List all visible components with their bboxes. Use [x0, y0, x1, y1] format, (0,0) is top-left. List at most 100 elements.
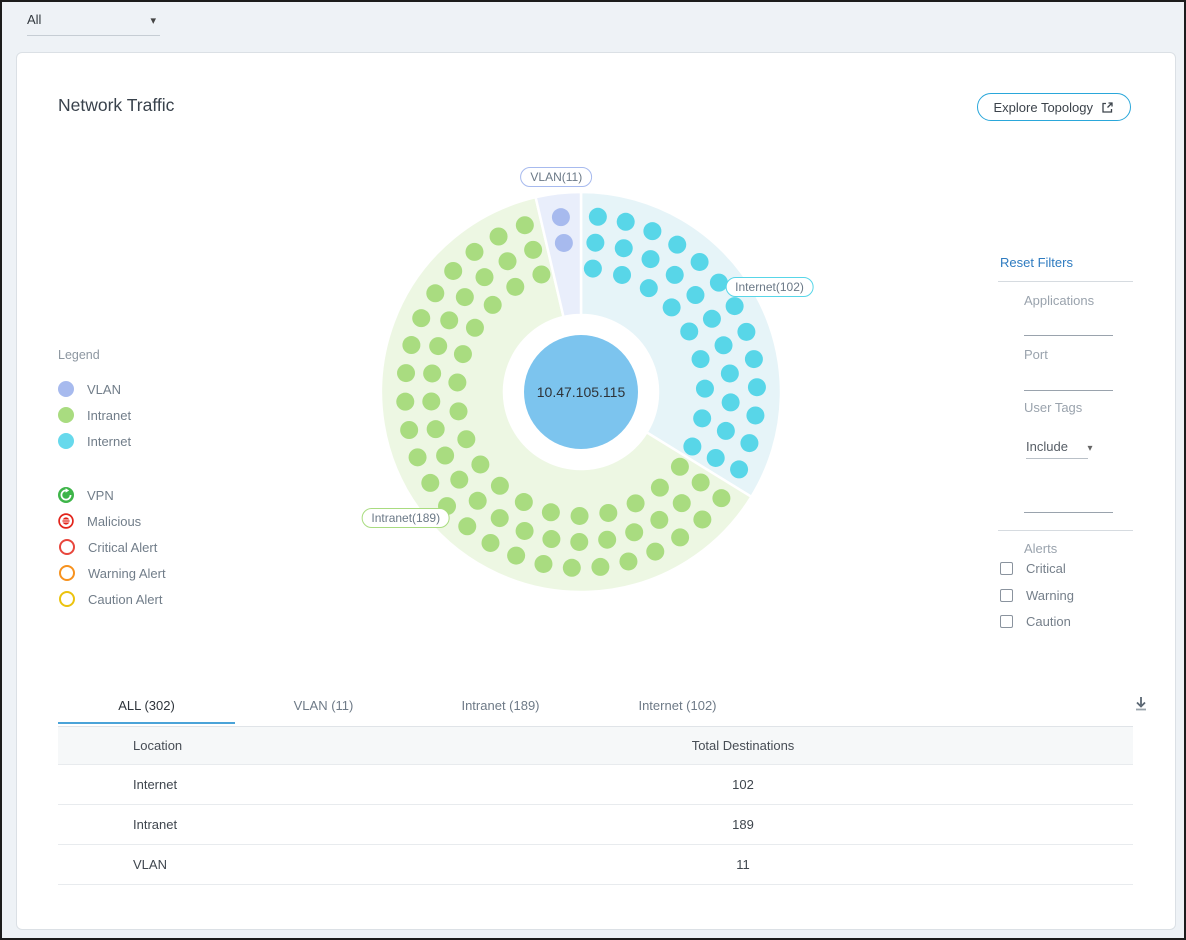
destination-dot-internet[interactable] — [663, 298, 681, 316]
destination-dot-intranet[interactable] — [651, 479, 669, 497]
destination-dot-internet[interactable] — [666, 266, 684, 284]
destination-dot-internet[interactable] — [722, 393, 740, 411]
destination-dot-intranet[interactable] — [397, 364, 415, 382]
destination-dot-vlan[interactable] — [552, 208, 570, 226]
destination-dot-intranet[interactable] — [692, 473, 710, 491]
destination-dot-intranet[interactable] — [466, 319, 484, 337]
applications-input[interactable] — [1024, 321, 1113, 336]
destination-dot-intranet[interactable] — [457, 430, 475, 448]
destination-dot-intranet[interactable] — [534, 555, 552, 573]
destination-dot-internet[interactable] — [745, 350, 763, 368]
include-dropdown[interactable]: Include ▾ — [1026, 439, 1093, 454]
destination-dot-intranet[interactable] — [491, 509, 509, 527]
destination-dot-intranet[interactable] — [422, 392, 440, 410]
destination-dot-intranet[interactable] — [625, 523, 643, 541]
destination-dot-internet[interactable] — [693, 409, 711, 427]
destination-dot-intranet[interactable] — [507, 547, 525, 565]
destination-dot-intranet[interactable] — [515, 493, 533, 511]
destination-dot-intranet[interactable] — [516, 216, 534, 234]
destination-dot-intranet[interactable] — [627, 494, 645, 512]
sector-label-intranet[interactable]: Intranet(189) — [361, 508, 450, 528]
destination-dot-internet[interactable] — [746, 406, 764, 424]
critical-checkbox[interactable] — [1000, 562, 1013, 575]
destination-dot-internet[interactable] — [721, 364, 739, 382]
destination-dot-internet[interactable] — [692, 350, 710, 368]
destination-dot-intranet[interactable] — [412, 309, 430, 327]
destination-dot-internet[interactable] — [726, 297, 744, 315]
destination-dot-intranet[interactable] — [444, 262, 462, 280]
destination-dot-internet[interactable] — [707, 449, 725, 467]
scope-dropdown[interactable]: All ▾ — [27, 12, 160, 27]
caution-checkbox[interactable] — [1000, 615, 1013, 628]
tab-intranet[interactable]: Intranet (189) — [412, 691, 589, 724]
destination-dot-internet[interactable] — [643, 222, 661, 240]
destination-dot-internet[interactable] — [686, 286, 704, 304]
destination-dot-intranet[interactable] — [650, 511, 668, 529]
destination-dot-intranet[interactable] — [436, 447, 454, 465]
destination-dot-internet[interactable] — [668, 236, 686, 254]
destination-dot-intranet[interactable] — [471, 455, 489, 473]
destination-dot-vlan[interactable] — [555, 234, 573, 252]
destination-dot-intranet[interactable] — [427, 420, 445, 438]
destination-dot-intranet[interactable] — [481, 534, 499, 552]
destination-dot-intranet[interactable] — [506, 278, 524, 296]
destination-dot-internet[interactable] — [696, 380, 714, 398]
destination-dot-intranet[interactable] — [712, 489, 730, 507]
destination-dot-intranet[interactable] — [426, 284, 444, 302]
destination-dot-intranet[interactable] — [673, 494, 691, 512]
destination-dot-intranet[interactable] — [671, 528, 689, 546]
destination-dot-intranet[interactable] — [693, 510, 711, 528]
destination-dot-intranet[interactable] — [448, 373, 466, 391]
destination-dot-internet[interactable] — [642, 250, 660, 268]
destination-dot-intranet[interactable] — [458, 517, 476, 535]
destination-dot-internet[interactable] — [613, 266, 631, 284]
destination-dot-internet[interactable] — [683, 438, 701, 456]
destination-dot-internet[interactable] — [730, 460, 748, 478]
destination-dot-intranet[interactable] — [599, 504, 617, 522]
download-icon[interactable] — [1131, 694, 1151, 714]
destination-dot-intranet[interactable] — [619, 552, 637, 570]
destination-dot-intranet[interactable] — [542, 530, 560, 548]
port-input[interactable] — [1024, 376, 1113, 391]
warning-checkbox[interactable] — [1000, 589, 1013, 602]
destination-dot-internet[interactable] — [691, 253, 709, 271]
tab-internet[interactable]: Internet (102) — [589, 691, 766, 724]
explore-topology-button[interactable]: Explore Topology — [977, 93, 1132, 121]
tab-all[interactable]: ALL (302) — [58, 691, 235, 724]
destination-dot-internet[interactable] — [589, 208, 607, 226]
destination-dot-internet[interactable] — [680, 322, 698, 340]
destination-dot-intranet[interactable] — [475, 268, 493, 286]
destination-dot-intranet[interactable] — [524, 241, 542, 259]
destination-dot-internet[interactable] — [584, 260, 602, 278]
destination-dot-intranet[interactable] — [598, 531, 616, 549]
destination-dot-intranet[interactable] — [532, 265, 550, 283]
destination-dot-intranet[interactable] — [516, 522, 534, 540]
destination-dot-internet[interactable] — [615, 239, 633, 257]
destination-dot-intranet[interactable] — [409, 448, 427, 466]
destination-dot-intranet[interactable] — [421, 474, 439, 492]
destination-dot-intranet[interactable] — [491, 477, 509, 495]
destination-dot-intranet[interactable] — [563, 559, 581, 577]
destination-dot-internet[interactable] — [737, 323, 755, 341]
destination-dot-intranet[interactable] — [450, 402, 468, 420]
destination-dot-intranet[interactable] — [671, 458, 689, 476]
destination-dot-intranet[interactable] — [499, 252, 517, 270]
destination-dot-intranet[interactable] — [591, 558, 609, 576]
destination-dot-intranet[interactable] — [400, 421, 418, 439]
destination-dot-intranet[interactable] — [402, 336, 420, 354]
destination-dot-intranet[interactable] — [456, 288, 474, 306]
destination-dot-intranet[interactable] — [570, 533, 588, 551]
destination-dot-intranet[interactable] — [429, 337, 447, 355]
destination-dot-internet[interactable] — [703, 310, 721, 328]
destination-dot-intranet[interactable] — [423, 364, 441, 382]
sector-label-vlan[interactable]: VLAN(11) — [520, 167, 592, 187]
destination-dot-intranet[interactable] — [396, 393, 414, 411]
destination-dot-internet[interactable] — [586, 234, 604, 252]
destination-dot-internet[interactable] — [748, 378, 766, 396]
destination-dot-internet[interactable] — [640, 279, 658, 297]
destination-dot-intranet[interactable] — [469, 492, 487, 510]
destination-dot-internet[interactable] — [740, 434, 758, 452]
user-tags-input[interactable] — [1024, 498, 1113, 513]
destination-dot-internet[interactable] — [617, 213, 635, 231]
destination-dot-internet[interactable] — [717, 422, 735, 440]
